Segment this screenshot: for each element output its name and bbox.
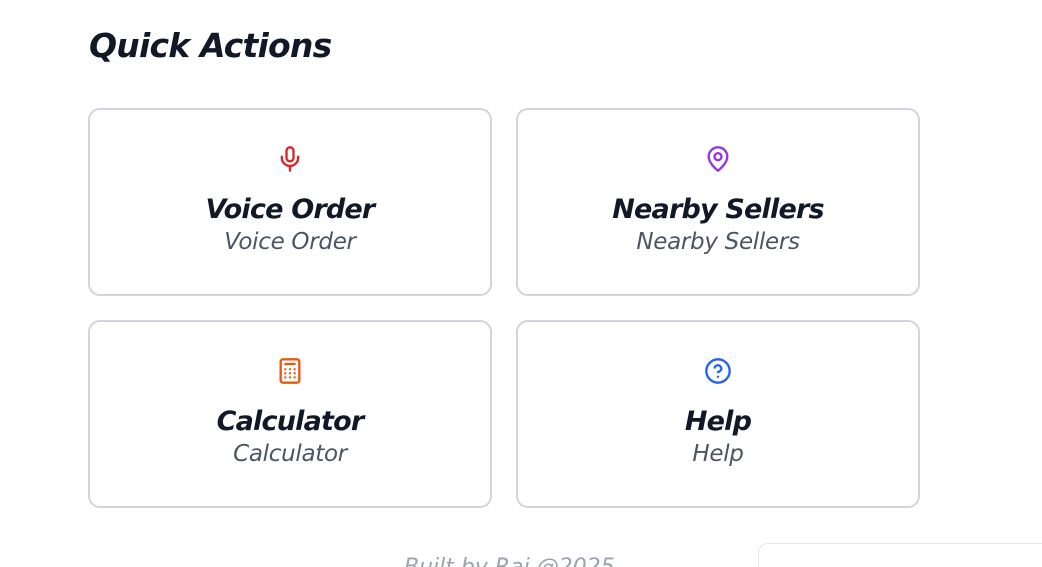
card-subtitle: Voice Order bbox=[224, 229, 356, 255]
microphone-icon bbox=[275, 144, 305, 174]
calculator-icon bbox=[275, 356, 305, 386]
calculator-card[interactable]: Calculator Calculator bbox=[88, 320, 492, 508]
card-title: Nearby Sellers bbox=[612, 194, 824, 225]
card-title: Help bbox=[684, 406, 752, 437]
card-title: Calculator bbox=[216, 406, 365, 437]
card-title: Voice Order bbox=[205, 194, 376, 225]
page: Quick Actions Voice Order Voice Order Ne… bbox=[0, 0, 1042, 567]
card-subtitle: Help bbox=[692, 441, 744, 467]
floating-panel[interactable] bbox=[758, 543, 1042, 567]
quick-actions-grid: Voice Order Voice Order Nearby Sellers N… bbox=[88, 108, 920, 508]
map-pin-icon bbox=[703, 144, 733, 174]
nearby-sellers-card[interactable]: Nearby Sellers Nearby Sellers bbox=[516, 108, 920, 296]
card-subtitle: Nearby Sellers bbox=[636, 229, 800, 255]
section-title: Quick Actions bbox=[89, 26, 332, 65]
help-card[interactable]: Help Help bbox=[516, 320, 920, 508]
footer-credit: Built by Rai @2025 bbox=[404, 555, 615, 567]
voice-order-card[interactable]: Voice Order Voice Order bbox=[88, 108, 492, 296]
card-subtitle: Calculator bbox=[233, 441, 347, 467]
help-circle-icon bbox=[703, 356, 733, 386]
